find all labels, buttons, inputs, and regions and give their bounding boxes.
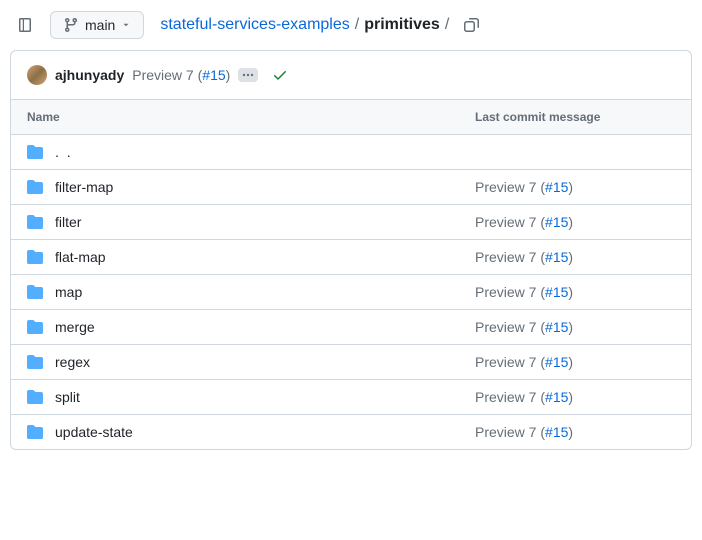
sidebar-icon (17, 17, 33, 33)
check-icon (272, 67, 288, 83)
row-pr-link[interactable]: #15 (545, 424, 568, 440)
folder-link[interactable]: filter (55, 214, 81, 230)
folder-icon (27, 389, 43, 405)
copy-icon (464, 17, 480, 33)
row-pr-link[interactable]: #15 (545, 389, 568, 405)
commit-message[interactable]: Preview 7 (#15) (132, 67, 230, 83)
commit-msg-suffix: ) (226, 67, 231, 83)
folder-link[interactable]: merge (55, 319, 95, 335)
row-commit-msg[interactable]: Preview 7 (#15) (475, 319, 675, 335)
commit-author-link[interactable]: ajhunyady (55, 67, 124, 83)
status-check[interactable] (272, 67, 288, 83)
folder-link[interactable]: flat-map (55, 249, 106, 265)
table-row: filter-map Preview 7 (#15) (11, 170, 691, 205)
row-pr-link[interactable]: #15 (545, 179, 568, 195)
folder-icon (27, 284, 43, 300)
breadcrumb-sep: / (442, 16, 452, 34)
branch-select-button[interactable]: main (50, 11, 144, 39)
branch-name: main (85, 17, 115, 33)
row-commit-msg[interactable]: Preview 7 (#15) (475, 354, 675, 370)
folder-icon (27, 424, 43, 440)
parent-directory-row[interactable]: . . (11, 135, 691, 170)
table-row: split Preview 7 (#15) (11, 380, 691, 415)
row-pr-link[interactable]: #15 (545, 319, 568, 335)
parent-dir-link[interactable]: . . (55, 144, 675, 160)
file-table-header: Name Last commit message (11, 100, 691, 135)
table-row: filter Preview 7 (#15) (11, 205, 691, 240)
folder-icon (27, 249, 43, 265)
folder-icon (27, 319, 43, 335)
header-name: Name (27, 110, 475, 124)
chevron-down-icon (121, 20, 131, 30)
folder-icon (27, 179, 43, 195)
folder-link[interactable]: filter-map (55, 179, 113, 195)
row-pr-link[interactable]: #15 (545, 249, 568, 265)
avatar[interactable] (27, 65, 47, 85)
table-row: map Preview 7 (#15) (11, 275, 691, 310)
latest-commit-row: ajhunyady Preview 7 (#15) (11, 51, 691, 100)
row-commit-msg[interactable]: Preview 7 (#15) (475, 249, 675, 265)
row-pr-link[interactable]: #15 (545, 284, 568, 300)
folder-link[interactable]: map (55, 284, 82, 300)
row-commit-msg[interactable]: Preview 7 (#15) (475, 284, 675, 300)
breadcrumb-current: primitives (364, 16, 440, 34)
header-commit-msg: Last commit message (475, 110, 675, 124)
row-pr-link[interactable]: #15 (545, 214, 568, 230)
commit-msg-prefix: Preview 7 ( (132, 67, 202, 83)
breadcrumb: stateful-services-examples / primitives … (160, 11, 686, 39)
expand-commit-button[interactable] (238, 68, 258, 82)
git-branch-icon (63, 17, 79, 33)
ellipsis-icon (242, 70, 254, 80)
row-pr-link[interactable]: #15 (545, 354, 568, 370)
file-tree-toggle[interactable] (10, 10, 40, 40)
folder-link[interactable]: regex (55, 354, 90, 370)
folder-link[interactable]: split (55, 389, 80, 405)
row-commit-msg[interactable]: Preview 7 (#15) (475, 424, 675, 440)
table-row: merge Preview 7 (#15) (11, 310, 691, 345)
table-row: regex Preview 7 (#15) (11, 345, 691, 380)
breadcrumb-repo-link[interactable]: stateful-services-examples (160, 16, 349, 34)
folder-icon (27, 144, 43, 160)
table-row: update-state Preview 7 (#15) (11, 415, 691, 449)
folder-link[interactable]: update-state (55, 424, 133, 440)
copy-path-button[interactable] (458, 11, 486, 39)
file-listing-box: ajhunyady Preview 7 (#15) Name Last comm… (10, 50, 692, 450)
folder-icon (27, 214, 43, 230)
breadcrumb-sep: / (352, 16, 362, 34)
row-commit-msg[interactable]: Preview 7 (#15) (475, 179, 675, 195)
table-row: flat-map Preview 7 (#15) (11, 240, 691, 275)
top-bar: main stateful-services-examples / primit… (0, 0, 702, 50)
commit-pr-link[interactable]: #15 (202, 67, 225, 83)
row-commit-msg[interactable]: Preview 7 (#15) (475, 214, 675, 230)
row-commit-msg[interactable]: Preview 7 (#15) (475, 389, 675, 405)
folder-icon (27, 354, 43, 370)
